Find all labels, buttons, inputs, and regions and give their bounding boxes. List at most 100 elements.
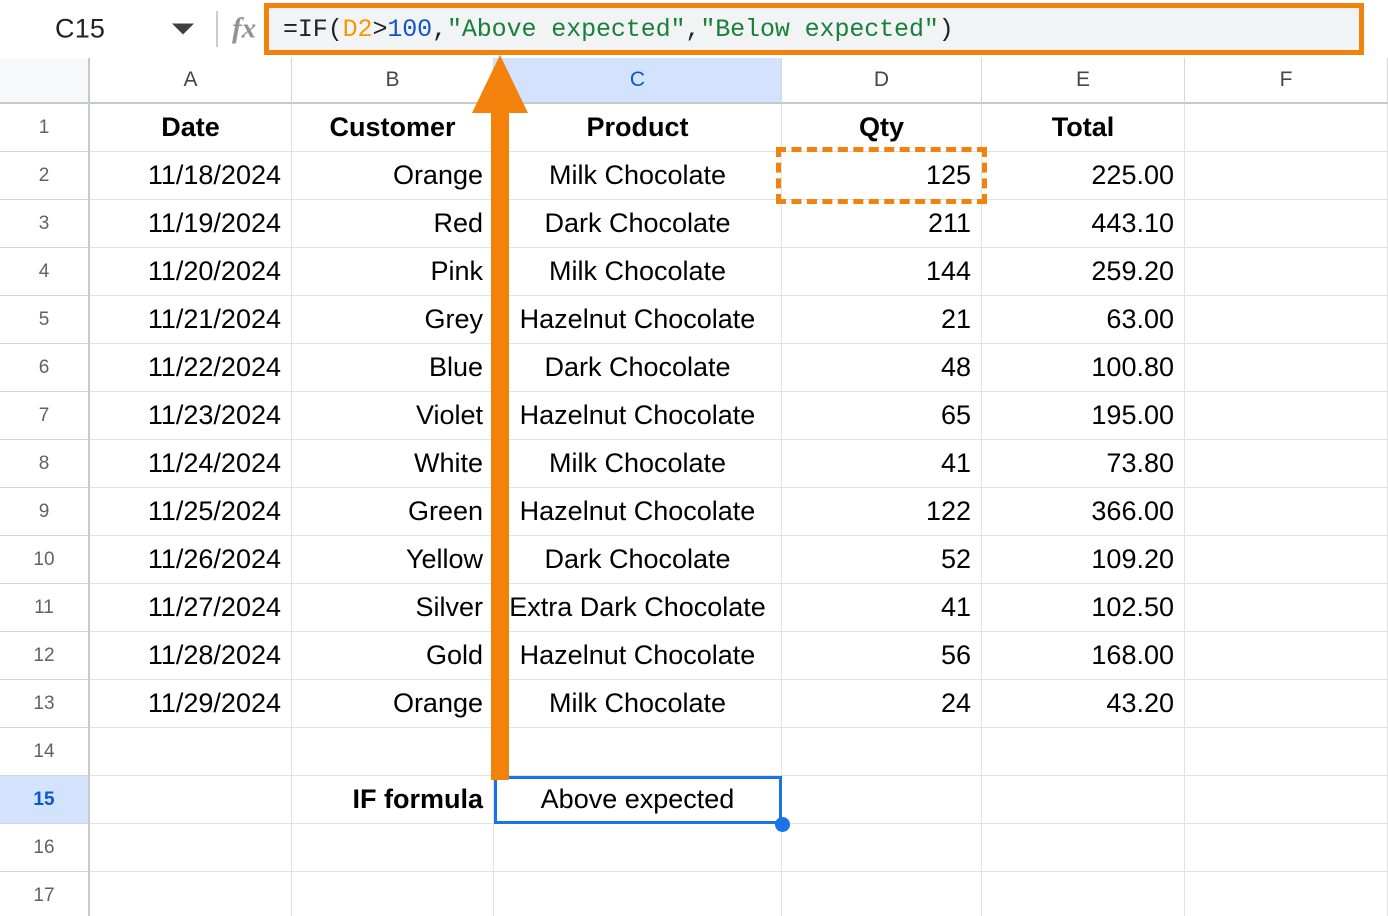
cell-C16[interactable] <box>494 824 782 872</box>
table-header-b[interactable]: Customer <box>292 104 494 152</box>
row-header-8[interactable]: 8 <box>0 440 90 488</box>
cell-customer[interactable]: Grey <box>292 296 494 344</box>
cell-customer[interactable]: Violet <box>292 392 494 440</box>
if-formula-result[interactable]: Above expected <box>494 776 782 824</box>
cell-F11[interactable] <box>1185 584 1388 632</box>
cell-total[interactable]: 225.00 <box>982 152 1185 200</box>
cell-date[interactable]: 11/25/2024 <box>90 488 292 536</box>
cell-product[interactable]: Hazelnut Chocolate <box>494 488 782 536</box>
row-header-6[interactable]: 6 <box>0 344 90 392</box>
row-header-5[interactable]: 5 <box>0 296 90 344</box>
cell-F6[interactable] <box>1185 344 1388 392</box>
cell-F7[interactable] <box>1185 392 1388 440</box>
row-header-13[interactable]: 13 <box>0 680 90 728</box>
row-header-2[interactable]: 2 <box>0 152 90 200</box>
cell-D17[interactable] <box>782 872 982 916</box>
column-header-f[interactable]: F <box>1185 58 1388 104</box>
cell-D16[interactable] <box>782 824 982 872</box>
row-header-17[interactable]: 17 <box>0 872 90 916</box>
cell-date[interactable]: 11/23/2024 <box>90 392 292 440</box>
cell-product[interactable]: Extra Dark Chocolate <box>494 584 782 632</box>
cell-total[interactable]: 366.00 <box>982 488 1185 536</box>
cell-F17[interactable] <box>1185 872 1388 916</box>
column-header-b[interactable]: B <box>292 58 494 104</box>
cell-total[interactable]: 195.00 <box>982 392 1185 440</box>
cell-product[interactable]: Milk Chocolate <box>494 680 782 728</box>
cell-product[interactable]: Hazelnut Chocolate <box>494 632 782 680</box>
cell-E15[interactable] <box>982 776 1185 824</box>
cell-customer[interactable]: Red <box>292 200 494 248</box>
cell-qty[interactable]: 52 <box>782 536 982 584</box>
cell-F1[interactable] <box>1185 104 1388 152</box>
table-header-d[interactable]: Qty <box>782 104 982 152</box>
table-header-a[interactable]: Date <box>90 104 292 152</box>
row-header-14[interactable]: 14 <box>0 728 90 776</box>
cell-date[interactable]: 11/20/2024 <box>90 248 292 296</box>
cell-customer[interactable]: Yellow <box>292 536 494 584</box>
cell-product[interactable]: Hazelnut Chocolate <box>494 392 782 440</box>
cell-E16[interactable] <box>982 824 1185 872</box>
cell-F15[interactable] <box>1185 776 1388 824</box>
cell-F5[interactable] <box>1185 296 1388 344</box>
cell-A17[interactable] <box>90 872 292 916</box>
cell-F2[interactable] <box>1185 152 1388 200</box>
cell-date[interactable]: 11/24/2024 <box>90 440 292 488</box>
cell-customer[interactable]: Silver <box>292 584 494 632</box>
row-header-7[interactable]: 7 <box>0 392 90 440</box>
table-header-c[interactable]: Product <box>494 104 782 152</box>
cell-total[interactable]: 102.50 <box>982 584 1185 632</box>
cell-B16[interactable] <box>292 824 494 872</box>
cell-total[interactable]: 100.80 <box>982 344 1185 392</box>
cell-qty[interactable]: 48 <box>782 344 982 392</box>
cell-B14[interactable] <box>292 728 494 776</box>
cell-product[interactable]: Hazelnut Chocolate <box>494 296 782 344</box>
column-header-d[interactable]: D <box>782 58 982 104</box>
cell-qty[interactable]: 41 <box>782 584 982 632</box>
cell-date[interactable]: 11/28/2024 <box>90 632 292 680</box>
row-header-16[interactable]: 16 <box>0 824 90 872</box>
cell-F16[interactable] <box>1185 824 1388 872</box>
cell-total[interactable]: 168.00 <box>982 632 1185 680</box>
row-header-4[interactable]: 4 <box>0 248 90 296</box>
row-header-12[interactable]: 12 <box>0 632 90 680</box>
cell-qty[interactable]: 144 <box>782 248 982 296</box>
cell-date[interactable]: 11/21/2024 <box>90 296 292 344</box>
cell-product[interactable]: Milk Chocolate <box>494 248 782 296</box>
cell-total[interactable]: 259.20 <box>982 248 1185 296</box>
cell-customer[interactable]: Orange <box>292 680 494 728</box>
row-header-9[interactable]: 9 <box>0 488 90 536</box>
cell-A14[interactable] <box>90 728 292 776</box>
cell-total[interactable]: 43.20 <box>982 680 1185 728</box>
cell-C17[interactable] <box>494 872 782 916</box>
cell-date[interactable]: 11/22/2024 <box>90 344 292 392</box>
cell-F3[interactable] <box>1185 200 1388 248</box>
cell-A16[interactable] <box>90 824 292 872</box>
cell-D14[interactable] <box>782 728 982 776</box>
cell-qty[interactable]: 21 <box>782 296 982 344</box>
cell-E17[interactable] <box>982 872 1185 916</box>
cell-qty[interactable]: 41 <box>782 440 982 488</box>
cell-date[interactable]: 11/26/2024 <box>90 536 292 584</box>
cell-qty[interactable]: 122 <box>782 488 982 536</box>
cell-F12[interactable] <box>1185 632 1388 680</box>
chevron-down-icon[interactable] <box>172 23 194 35</box>
cell-qty[interactable]: 211 <box>782 200 982 248</box>
cell-customer[interactable]: Pink <box>292 248 494 296</box>
column-header-a[interactable]: A <box>90 58 292 104</box>
cell-A15[interactable] <box>90 776 292 824</box>
cell-date[interactable]: 11/29/2024 <box>90 680 292 728</box>
fill-handle[interactable] <box>775 817 790 832</box>
row-header-1[interactable]: 1 <box>0 104 90 152</box>
cell-F10[interactable] <box>1185 536 1388 584</box>
table-header-e[interactable]: Total <box>982 104 1185 152</box>
cell-customer[interactable]: Blue <box>292 344 494 392</box>
cell-qty[interactable]: 56 <box>782 632 982 680</box>
if-formula-label[interactable]: IF formula <box>292 776 494 824</box>
name-box[interactable]: C15 <box>0 0 198 58</box>
cell-product[interactable]: Milk Chocolate <box>494 152 782 200</box>
cell-customer[interactable]: Orange <box>292 152 494 200</box>
cell-qty[interactable]: 125 <box>782 152 982 200</box>
cell-F8[interactable] <box>1185 440 1388 488</box>
cell-product[interactable]: Dark Chocolate <box>494 200 782 248</box>
cell-B17[interactable] <box>292 872 494 916</box>
